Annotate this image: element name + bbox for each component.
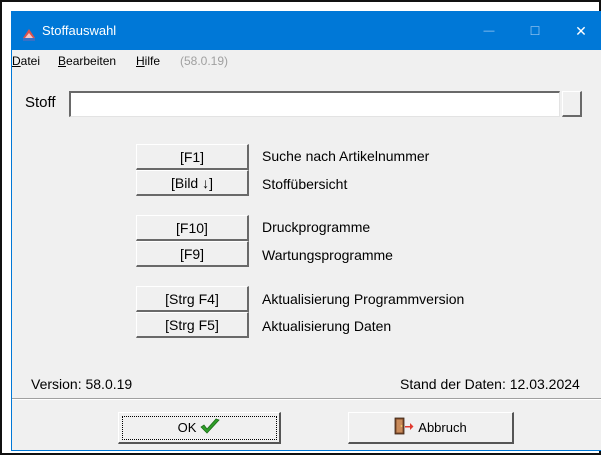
data-date-value: 12.03.2024 <box>509 376 580 392</box>
maximize-icon: ☐ <box>529 24 541 38</box>
close-button[interactable]: ✕ <box>558 12 601 50</box>
menu-bearbeiten-accel: B <box>58 54 67 68</box>
bild-down-label: Stoffübersicht <box>262 176 348 192</box>
stoff-input[interactable] <box>69 91 560 117</box>
f9-label: Wartungsprogramme <box>262 247 393 263</box>
menu-version: (58.0.19) <box>180 54 229 68</box>
menu-hilfe-accel: H <box>136 54 145 68</box>
f1-label: Suche nach Artikelnummer <box>262 148 430 164</box>
menu-bearbeiten[interactable]: Bearbeiten <box>58 54 116 68</box>
strg-f5-label: Aktualisierung Daten <box>262 318 392 334</box>
strg-f5-button[interactable]: [Strg F5] <box>136 312 249 338</box>
maximize-button[interactable]: ☐ <box>512 12 558 50</box>
cancel-label: Abbruch <box>418 420 467 435</box>
version-info: Version: 58.0.19 <box>31 376 132 392</box>
menu-hilfe[interactable]: Hilfe <box>136 54 160 68</box>
strg-f4-button[interactable]: [Strg F4] <box>136 286 249 312</box>
ok-label: OK <box>177 420 197 435</box>
f10-button[interactable]: [F10] <box>136 215 249 241</box>
f10-label: Druckprogramme <box>262 219 371 235</box>
version-value: 58.0.19 <box>85 376 133 392</box>
close-icon: ✕ <box>575 22 587 39</box>
f1-button[interactable]: [F1] <box>136 144 249 170</box>
data-date-label: Stand der Daten: <box>400 376 506 392</box>
title-bar[interactable]: Stoffauswahl — ☐ ✕ <box>12 12 601 50</box>
bild-down-button[interactable]: [Bild ↓] <box>136 170 249 196</box>
stoffauswahl-window: Stoffauswahl — ☐ ✕ Datei Bearbeiten Hilf… <box>11 11 601 451</box>
stoff-lookup-button[interactable] <box>562 91 582 117</box>
minimize-icon: — <box>483 25 495 37</box>
minimize-button[interactable]: — <box>466 12 512 50</box>
menu-datei-accel: D <box>12 54 21 68</box>
checkmark-icon <box>200 418 221 437</box>
strg-f4-label: Aktualisierung Programmversion <box>262 291 465 307</box>
flask-icon <box>21 26 37 42</box>
menu-hilfe-label: ilfe <box>144 54 161 68</box>
menu-datei-label: atei <box>20 54 41 68</box>
exit-door-icon <box>394 417 414 438</box>
footer-divider-highlight <box>12 399 601 400</box>
version-label: Version: <box>31 376 82 392</box>
menu-datei[interactable]: Datei <box>12 54 40 68</box>
stoff-label: Stoff <box>25 94 56 111</box>
screenshot-frame: Stoffauswahl — ☐ ✕ Datei Bearbeiten Hilf… <box>0 0 601 455</box>
ok-button[interactable]: OK <box>118 412 281 444</box>
f9-button[interactable]: [F9] <box>136 241 249 267</box>
menu-bearbeiten-label: earbeiten <box>66 54 117 68</box>
menu-bar: Datei Bearbeiten Hilfe (58.0.19) <box>12 50 601 70</box>
data-date-info: Stand der Daten: 12.03.2024 <box>400 376 580 392</box>
cancel-button[interactable]: Abbruch <box>348 412 514 444</box>
window-title: Stoffauswahl <box>42 23 117 38</box>
